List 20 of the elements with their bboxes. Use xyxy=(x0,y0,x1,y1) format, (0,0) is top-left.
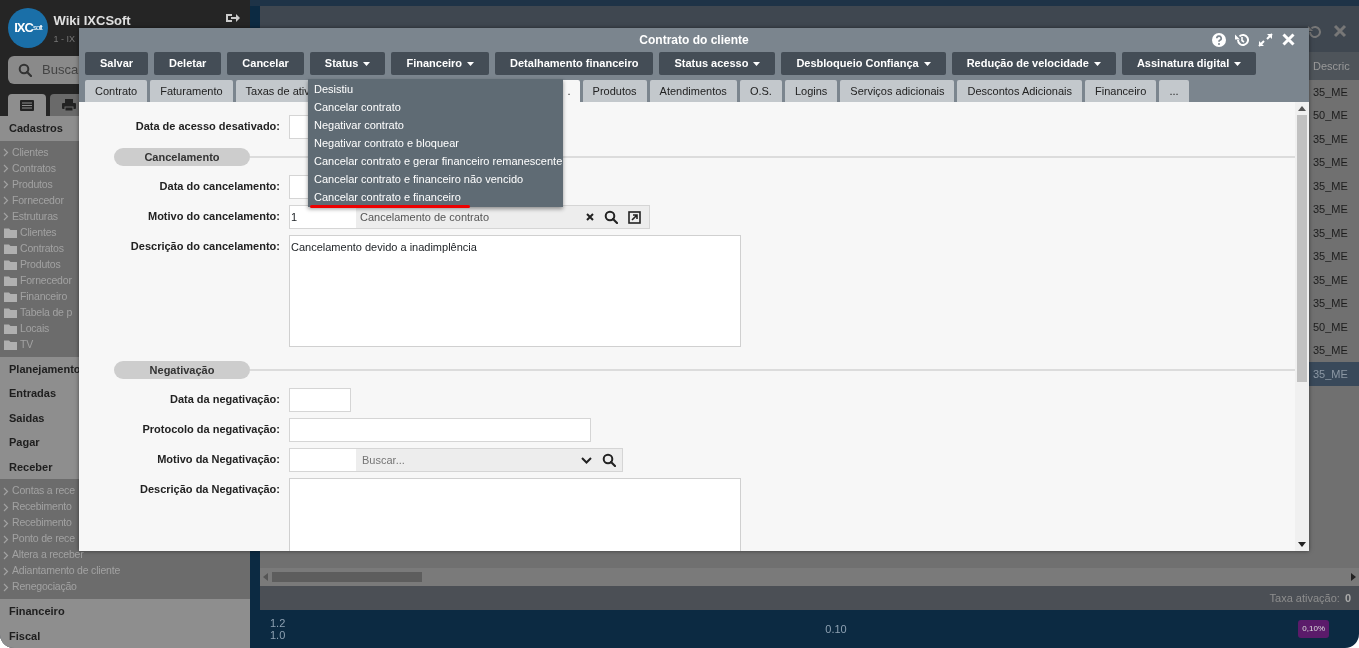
app-title: Wiki IXCSoft xyxy=(53,11,131,30)
axis-label: 1.0 xyxy=(270,629,286,641)
user-subtitle: 1 - IX xyxy=(53,33,76,46)
section-header: Cancelamento xyxy=(114,148,250,166)
field-label: Protocolo da negativação: xyxy=(141,422,280,437)
field-label: Motivo do cancelamento: xyxy=(146,209,280,224)
field-label: Motivo da Negativação: xyxy=(156,452,280,467)
footer-value: 0 xyxy=(1344,590,1351,606)
axis-label: 1.2 xyxy=(270,617,286,629)
field-label: Data do cancelamento: xyxy=(158,179,280,194)
dialog-title: Contrato do cliente xyxy=(639,32,749,49)
field-label: Descrição da Negativação: xyxy=(139,482,280,497)
field-label: Data da negativação: xyxy=(168,392,280,407)
percent-badge: 0,10% xyxy=(1298,620,1329,638)
field-label: Data de acesso desativado: xyxy=(134,119,280,134)
field-label: Descrição do cancelamento: xyxy=(129,239,280,254)
section-header: Negativação xyxy=(114,361,250,379)
column-header: Descric xyxy=(1309,52,1359,80)
footer-label: Taxa ativação: xyxy=(1269,590,1340,606)
chart-value: 0.10 xyxy=(825,621,847,637)
